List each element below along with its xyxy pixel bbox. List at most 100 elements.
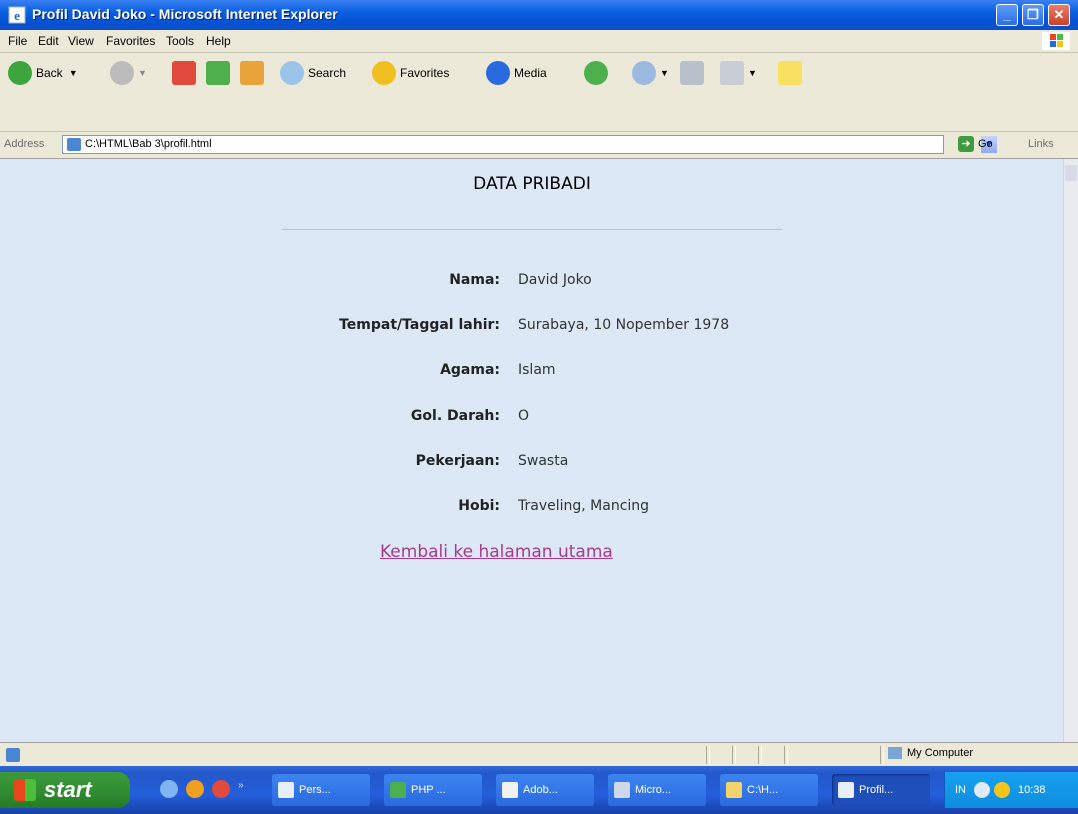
profile-label: Agama: — [440, 362, 500, 378]
profile-value: O — [518, 408, 530, 424]
history-icon — [584, 61, 608, 85]
app-icon — [614, 782, 630, 798]
address-input[interactable]: C:\HTML\Bab 3\profil.html ▼ — [62, 135, 997, 154]
menu-help[interactable]: Help — [206, 34, 231, 48]
profile-row-pekerjaan: Pekerjaan: Swasta — [230, 453, 830, 475]
quicklaunch-ie-icon[interactable] — [160, 780, 178, 798]
profile-value: Traveling, Mancing — [518, 498, 650, 514]
status-divider — [732, 746, 736, 764]
clock: 10:38 — [1018, 784, 1046, 796]
maximize-button[interactable]: ❐ — [1022, 4, 1044, 26]
media-icon — [486, 61, 510, 85]
window-title: Profil David Joko - Microsoft Internet E… — [32, 6, 338, 22]
heading-divider — [282, 229, 782, 230]
profile-label: Tempat/Taggal lahir: — [339, 317, 500, 333]
refresh-button[interactable] — [206, 61, 234, 85]
forward-arrow-icon — [110, 61, 134, 85]
profile-row-agama: Agama: Islam — [230, 362, 830, 384]
quicklaunch-opera-icon[interactable] — [212, 780, 230, 798]
quicklaunch-more-icon[interactable]: » — [238, 780, 244, 791]
task-label: Micro... — [635, 784, 672, 796]
stop-button[interactable] — [172, 61, 200, 85]
notes-icon — [778, 61, 802, 85]
task-profil[interactable]: Profil... — [832, 774, 930, 806]
go-arrow-icon: ➜ — [958, 136, 974, 152]
windows-flag-icon — [14, 779, 36, 801]
minimize-button[interactable]: _ — [996, 4, 1018, 26]
print-icon — [680, 61, 704, 85]
edit-icon — [720, 61, 744, 85]
page-icon — [67, 138, 81, 151]
back-to-home-link[interactable]: Kembali ke halaman utama — [380, 542, 613, 562]
menu-favorites[interactable]: Favorites — [106, 34, 155, 48]
scrollbar-thumb[interactable] — [1065, 165, 1077, 181]
vertical-scrollbar[interactable] — [1063, 159, 1078, 742]
ie-page-icon: e — [8, 6, 26, 24]
zone-label: My Computer — [907, 747, 974, 759]
profile-label: Nama: — [449, 272, 500, 288]
svg-text:e: e — [14, 8, 20, 23]
mail-icon — [632, 61, 656, 85]
close-button[interactable]: ✕ — [1048, 4, 1070, 26]
profile-value: Swasta — [518, 453, 569, 469]
home-button[interactable] — [240, 61, 268, 85]
system-tray: IN 10:38 — [944, 772, 1078, 808]
history-button[interactable] — [584, 61, 612, 85]
go-button[interactable]: ➜ Go — [958, 136, 993, 152]
status-divider — [880, 746, 884, 764]
refresh-icon — [206, 61, 230, 85]
back-button[interactable]: Back ▼ — [8, 61, 78, 85]
my-computer-icon — [888, 747, 902, 759]
task-label: Adob... — [523, 784, 558, 796]
address-label: Address — [4, 138, 45, 150]
edit-dropdown-icon: ▼ — [748, 68, 757, 78]
edit-button[interactable]: ▼ — [720, 61, 757, 85]
back-label: Back — [36, 66, 63, 80]
language-indicator[interactable]: IN — [955, 784, 966, 796]
task-label: C:\H... — [747, 784, 779, 796]
print-button[interactable] — [680, 61, 708, 85]
editor-icon — [390, 782, 406, 798]
menu-view[interactable]: View — [68, 34, 94, 48]
media-label: Media — [514, 66, 547, 80]
page-content — [0, 159, 1063, 742]
task-folder[interactable]: C:\H... — [720, 774, 818, 806]
mail-button[interactable]: ▼ — [632, 61, 669, 85]
profile-row-gol-darah: Gol. Darah: O — [230, 408, 830, 430]
profile-row-birth: Tempat/Taggal lahir: Surabaya, 10 Nopemb… — [230, 317, 830, 339]
favorites-button[interactable]: Favorites — [372, 61, 449, 85]
search-icon — [280, 61, 304, 85]
tray-arrow-icon[interactable] — [974, 782, 990, 798]
ie-icon — [838, 782, 854, 798]
favorites-label: Favorites — [400, 66, 450, 80]
messenger-icon[interactable] — [994, 782, 1010, 798]
menu-edit[interactable]: Edit — [38, 34, 59, 48]
security-zone: My Computer — [888, 747, 973, 759]
mail-dropdown-icon: ▼ — [660, 68, 669, 78]
task-php[interactable]: PHP ... — [384, 774, 482, 806]
task-adobe[interactable]: Adob... — [496, 774, 594, 806]
quicklaunch-firefox-icon[interactable] — [186, 780, 204, 798]
search-button[interactable]: Search — [280, 61, 346, 85]
address-bar: Address C:\HTML\Bab 3\profil.html ▼ ➜ Go… — [0, 132, 1078, 159]
adobe-icon — [502, 782, 518, 798]
profile-value: Surabaya, 10 Nopember 1978 — [518, 317, 730, 333]
menu-file[interactable]: File — [8, 34, 27, 48]
forward-dropdown-icon: ▼ — [138, 68, 147, 78]
forward-button[interactable]: ▼ — [110, 61, 147, 85]
task-label: Profil... — [859, 784, 894, 796]
links-toolbar[interactable]: Links — [1028, 138, 1054, 150]
menu-tools[interactable]: Tools — [166, 34, 194, 48]
back-arrow-icon — [8, 61, 32, 85]
profile-label: Gol. Darah: — [410, 408, 500, 424]
title-bar: e Profil David Joko - Microsoft Internet… — [0, 0, 1078, 30]
stop-icon — [172, 61, 196, 85]
start-button[interactable]: start — [0, 772, 130, 808]
profile-row-hobi: Hobi: Traveling, Mancing — [230, 498, 830, 520]
notes-button[interactable] — [778, 61, 806, 85]
task-microsoft[interactable]: Micro... — [608, 774, 706, 806]
profile-label: Pekerjaan: — [415, 453, 500, 469]
task-pers[interactable]: Pers... — [272, 774, 370, 806]
search-label: Search — [308, 66, 347, 80]
media-button[interactable]: Media — [486, 61, 547, 85]
